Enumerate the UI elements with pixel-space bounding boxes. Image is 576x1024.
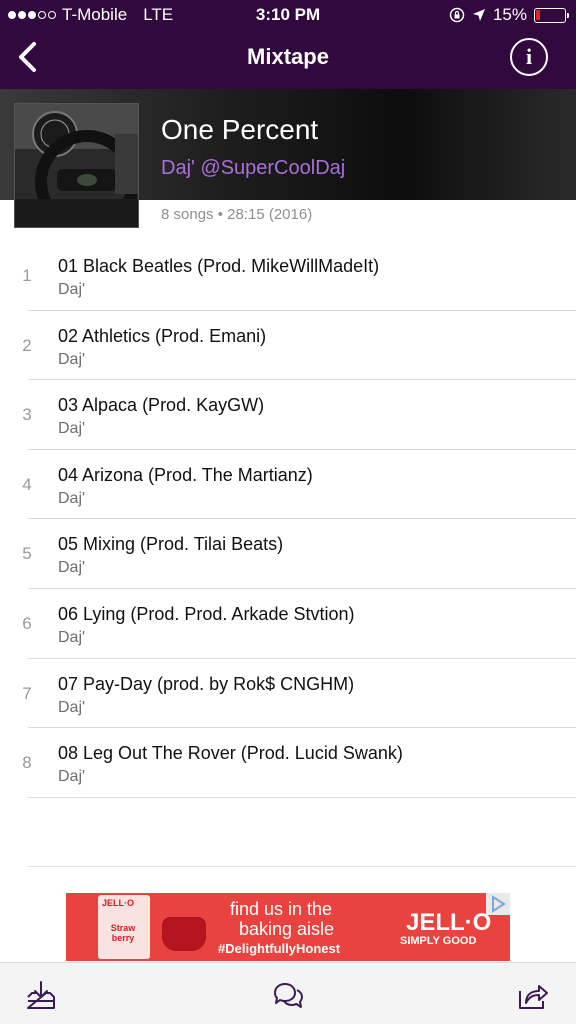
track-row[interactable]: 1 01 Black Beatles (Prod. MikeWillMadeIt)… <box>0 241 576 311</box>
track-row[interactable]: 7 07 Pay-Day (prod. by Rok$ CNGHM) Daj' <box>0 659 576 729</box>
track-title: 03 Alpaca (Prod. KayGW) <box>58 395 265 416</box>
track-number: 6 <box>22 613 32 633</box>
track-title: 06 Lying (Prod. Prod. Arkade Stvtion) <box>58 603 355 624</box>
row-divider <box>28 796 576 798</box>
ad-line-1: find us in the <box>230 899 333 919</box>
track-row[interactable]: 3 03 Alpaca (Prod. KayGW) Daj' <box>0 380 576 450</box>
track-number: 2 <box>22 335 32 355</box>
ad-hashtag: #DelightfullyHonest <box>218 941 341 956</box>
album-artwork-steering-wheel <box>15 104 138 227</box>
album-cover <box>14 103 139 228</box>
track-number: 7 <box>22 683 32 703</box>
track-number: 8 <box>22 753 32 773</box>
track-number: 5 <box>22 544 32 564</box>
track-artist: Daj' <box>58 420 86 438</box>
track-number: 4 <box>22 474 32 494</box>
track-list: 1 01 Black Beatles (Prod. MikeWillMadeIt)… <box>0 241 576 798</box>
adchoices-icon[interactable] <box>486 893 510 915</box>
ad-brand-tagline: SIMPLY GOOD <box>400 935 477 947</box>
track-number: 3 <box>22 405 32 425</box>
top-bar: T-Mobile LTE 3:10 PM 15% Mixtape i <box>0 0 576 89</box>
ad-pack-brand: JELL·O <box>102 898 135 908</box>
track-artist: Daj' <box>58 628 86 646</box>
page-title: Mixtape <box>247 44 329 69</box>
track-row[interactable]: 6 06 Lying (Prod. Prod. Arkade Stvtion) Da… <box>0 589 576 659</box>
battery-level <box>536 9 540 20</box>
track-title: 07 Pay-Day (prod. by Rok$ CNGHM) <box>58 673 355 694</box>
download-icon[interactable] <box>24 979 58 1013</box>
rotation-lock-icon <box>449 7 465 23</box>
track-row[interactable]: 5 05 Mixing (Prod. Tilai Beats) Daj' <box>0 519 576 589</box>
track-title: 01 Black Beatles (Prod. MikeWillMadeIt) <box>58 256 380 276</box>
track-artist: Daj' <box>58 281 86 298</box>
track-row[interactable]: 8 08 Leg Out The Rover (Prod. Lucid Swank… <box>0 728 576 798</box>
track-row[interactable]: 4 04 Arizona (Prod. The Martianz) Daj' <box>0 450 576 520</box>
ad-product-box: JELL·O Straw berry <box>98 895 150 959</box>
track-title: 02 Athletics (Prod. Emani) <box>58 325 267 346</box>
bottom-toolbar <box>0 962 576 1024</box>
battery-percent: 15% <box>492 5 527 24</box>
share-icon[interactable] <box>516 979 550 1013</box>
track-artist: Daj' <box>58 559 86 577</box>
status-right: 15% <box>449 5 569 25</box>
track-artist: Daj' <box>58 768 86 786</box>
track-artist: Daj' <box>58 698 86 716</box>
ad-brand-logo: JELL·O <box>406 909 492 936</box>
ad-line-2: baking aisle <box>239 919 335 939</box>
track-artist: Daj' <box>58 350 86 368</box>
info-icon[interactable]: i <box>510 38 548 76</box>
status-bar: T-Mobile LTE 3:10 PM 15% <box>0 0 576 30</box>
album-artist-link[interactable]: Daj' @SuperCoolDaj <box>161 157 345 180</box>
location-arrow-icon <box>472 9 485 21</box>
track-number: 1 <box>22 266 32 285</box>
track-artist: Daj' <box>58 489 86 507</box>
album-title: One Percent <box>161 114 319 145</box>
list-divider <box>28 866 576 867</box>
track-row[interactable]: 2 02 Athletics (Prod. Emani) Daj' <box>0 311 576 381</box>
ad-pack-flavor: Straw berry <box>110 923 136 943</box>
track-title: 08 Leg Out The Rover (Prod. Lucid Swank) <box>58 743 403 764</box>
battery-icon <box>534 7 569 23</box>
ad-jello-image <box>162 917 206 951</box>
ad-banner[interactable]: JELL·O Straw berry find us in the baking… <box>66 893 510 961</box>
track-title: 05 Mixing (Prod. Tilai Beats) <box>58 534 284 555</box>
album-meta: 8 songs • 28:15 (2016) <box>161 206 313 223</box>
track-title: 04 Arizona (Prod. The Martianz) <box>58 464 313 485</box>
comments-icon[interactable] <box>271 979 305 1013</box>
